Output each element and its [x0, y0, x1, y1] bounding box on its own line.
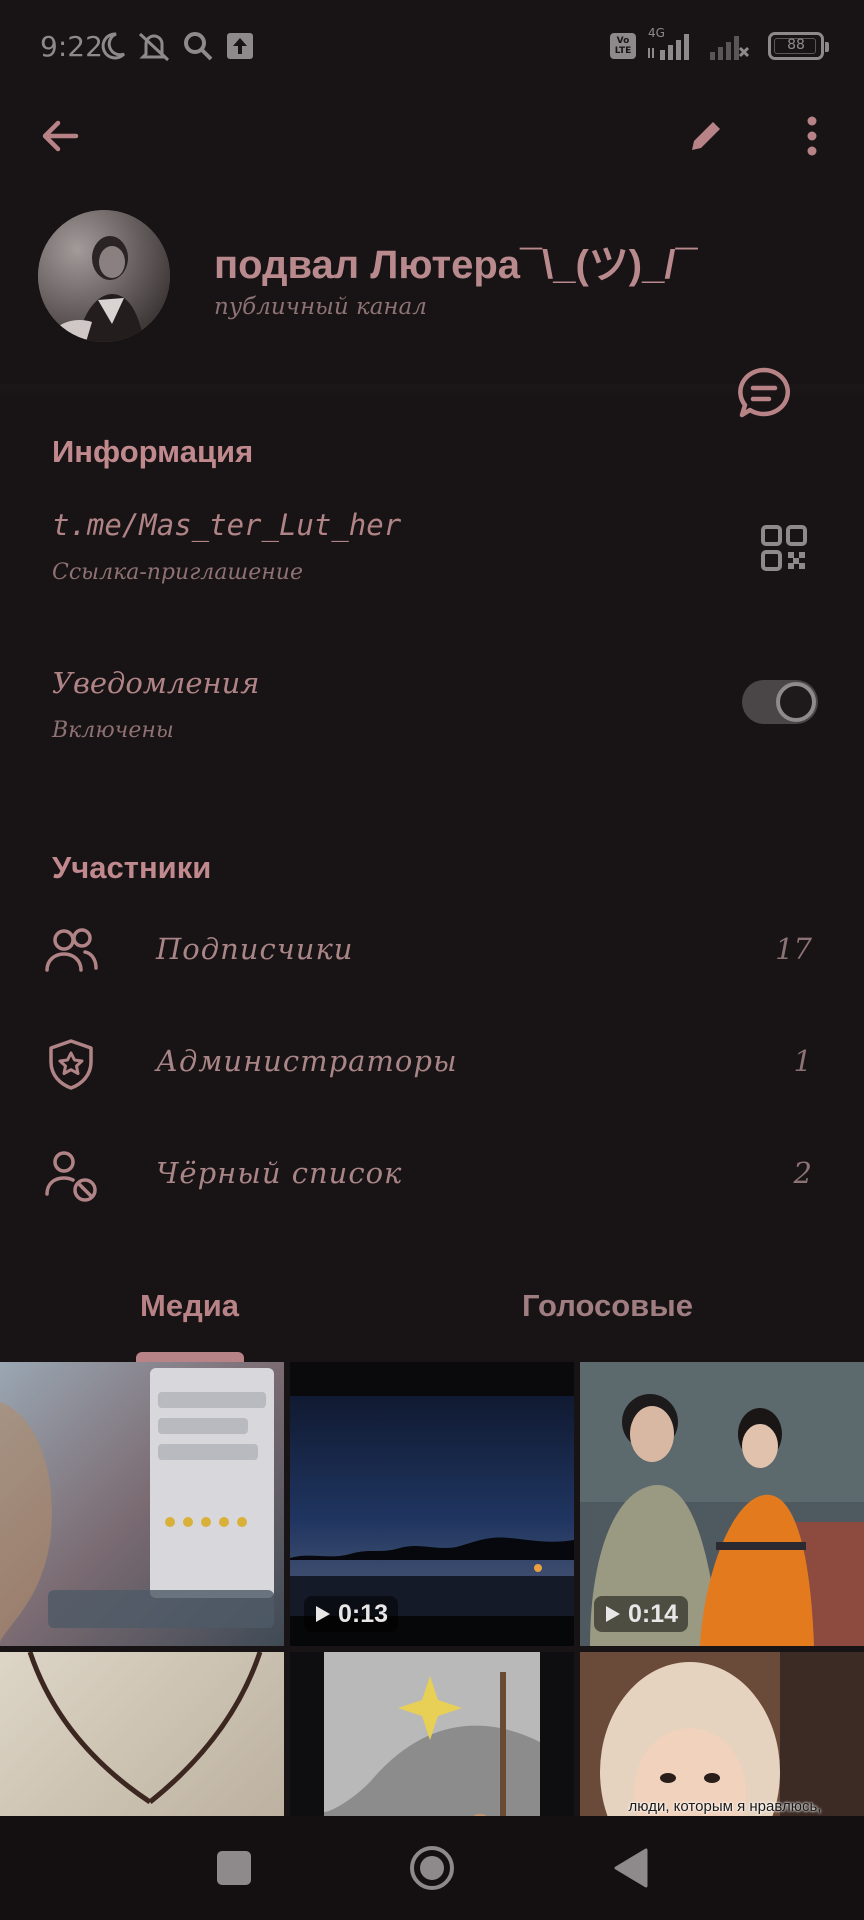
more-vert-icon: [807, 116, 817, 156]
upload-status-icon: [227, 33, 253, 59]
members-row-count: 2: [793, 1156, 812, 1190]
home-button[interactable]: [402, 1838, 462, 1898]
info-section-title: Информация: [52, 434, 254, 469]
pencil-icon: [692, 119, 723, 150]
back-nav-button[interactable]: [600, 1838, 660, 1898]
notifications-state: Включены: [52, 718, 174, 743]
video-duration-text: 0:13: [338, 1599, 389, 1628]
avatar-photo: [38, 210, 170, 342]
recents-button[interactable]: [204, 1838, 264, 1898]
shield-star-icon: [49, 1039, 93, 1090]
discussion-button[interactable]: [734, 364, 794, 424]
system-nav-bar: [0, 1816, 864, 1920]
tab-voice[interactable]: Голосовые: [522, 1288, 693, 1324]
channel-type: публичный канал: [214, 294, 427, 320]
back-button[interactable]: [28, 104, 92, 168]
members-row-admins[interactable]: Администраторы 1: [0, 1014, 864, 1114]
signal-icon: 4G: [646, 26, 698, 62]
media-caption: люди, которым я нравлюсь, вы под чем?: [628, 1798, 822, 1815]
square-icon: [217, 1851, 251, 1885]
media-thumbnail: [580, 1652, 864, 1816]
moon-icon: [101, 32, 126, 60]
edit-button[interactable]: [674, 104, 738, 168]
media-item[interactable]: люди, которым я нравлюсь, вы под чем?: [580, 1652, 864, 1816]
volte-badge: Vo LTE: [610, 33, 636, 59]
members-row-blocked[interactable]: Чёрный список 2: [0, 1126, 864, 1226]
media-grid: 0:13 0:14 люди, которым я нравлюсь,: [0, 1362, 864, 1816]
chat-bubble-icon: [738, 367, 790, 418]
members-row-count: 17: [775, 932, 812, 966]
media-item[interactable]: 0:14: [580, 1362, 864, 1646]
notifications-toggle[interactable]: [742, 680, 818, 724]
channel-link-caption: Ссылка-приглашение: [52, 560, 303, 585]
media-item[interactable]: [0, 1652, 284, 1816]
people-icon: [45, 928, 98, 972]
more-options-button[interactable]: [780, 104, 844, 168]
tab-media[interactable]: Медиа: [140, 1288, 239, 1324]
video-duration: 0:13: [304, 1596, 399, 1632]
media-item[interactable]: [0, 1362, 284, 1646]
media-item[interactable]: [290, 1652, 574, 1816]
members-row-label: Чёрный список: [156, 1156, 403, 1190]
status-time: 9:22: [40, 30, 103, 63]
members-section-title: Участники: [52, 850, 212, 885]
bell-muted-icon: [138, 32, 170, 62]
qr-code-icon: [761, 525, 807, 571]
notifications-label: Уведомления: [52, 666, 260, 700]
circle-home-icon: [410, 1846, 454, 1890]
members-row-count: 1: [793, 1044, 812, 1078]
channel-avatar[interactable]: [38, 210, 170, 342]
video-duration-text: 0:14: [628, 1599, 679, 1628]
media-thumbnail: [0, 1652, 284, 1816]
tab-indicator: [136, 1352, 244, 1362]
battery-level: 88: [787, 37, 805, 53]
search-status-icon: [184, 32, 213, 61]
members-row-subscribers[interactable]: Подписчики 17: [0, 902, 864, 1002]
media-thumbnail: [290, 1652, 574, 1816]
status-right-group: Vo LTE 4G 88: [610, 26, 829, 62]
media-item[interactable]: 0:13: [290, 1362, 574, 1646]
media-thumbnail: [0, 1362, 284, 1646]
battery-icon: 88: [768, 32, 829, 60]
arrow-left-icon: [42, 120, 79, 152]
user-blocked-icon: [45, 1151, 97, 1202]
status-bar: 9:22 Vo LTE 4G 88: [0, 0, 864, 96]
channel-link[interactable]: t.me/Mas_ter_Lut_her: [52, 508, 401, 542]
channel-name: подвал Лютера¯\_(ツ)_/¯: [214, 243, 698, 287]
signal-no-service-icon: [710, 36, 750, 60]
members-row-label: Администраторы: [156, 1044, 458, 1078]
triangle-back-icon: [614, 1848, 648, 1888]
qr-code-button[interactable]: [760, 524, 808, 572]
play-icon: [316, 1606, 330, 1622]
video-duration: 0:14: [594, 1596, 689, 1632]
play-icon: [606, 1606, 620, 1622]
members-row-label: Подписчики: [156, 932, 354, 966]
toggle-knob: [776, 682, 816, 722]
